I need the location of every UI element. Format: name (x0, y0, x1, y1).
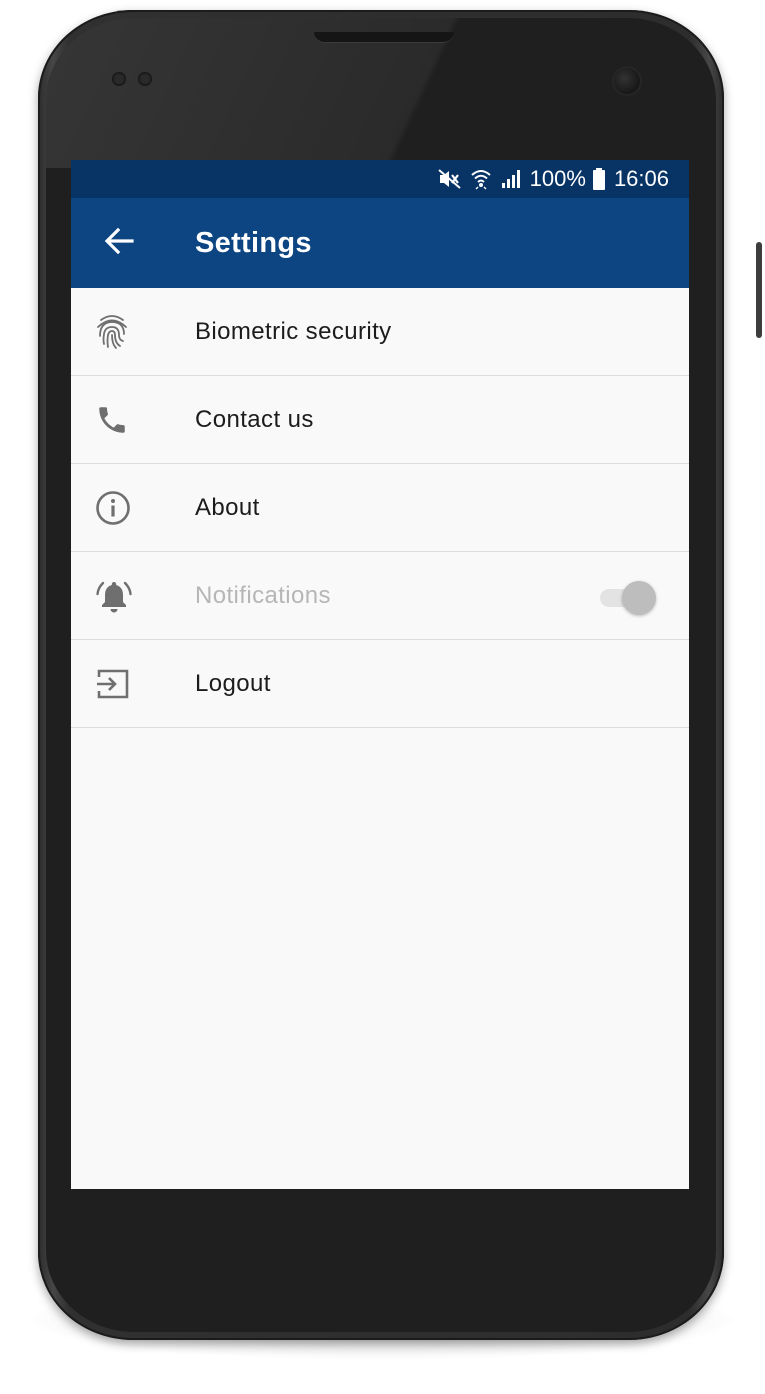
arrow-back-icon (104, 227, 134, 259)
settings-item-about[interactable]: About (71, 464, 689, 552)
phone-screen: 100% 16:06 Settings Biometric security C… (71, 160, 689, 1189)
logout-icon (71, 667, 195, 701)
settings-item-label: About (195, 493, 260, 521)
front-camera (614, 68, 640, 94)
settings-item-label: Biometric security (195, 317, 392, 345)
settings-item-biometric-security[interactable]: Biometric security (71, 288, 689, 376)
app-bar: Settings (71, 198, 689, 288)
back-button[interactable] (71, 198, 195, 288)
light-sensor (138, 72, 152, 86)
settings-item-logout[interactable]: Logout (71, 640, 689, 728)
phone-icon (71, 403, 195, 437)
settings-item-label: Logout (195, 669, 271, 697)
settings-item-contact-us[interactable]: Contact us (71, 376, 689, 464)
notifications-toggle[interactable] (600, 581, 656, 615)
settings-item-notifications[interactable]: Notifications (71, 552, 689, 640)
fingerprint-icon (71, 314, 195, 350)
settings-list: Biometric security Contact us About Noti… (71, 288, 689, 728)
earpiece-speaker (314, 32, 454, 43)
power-button (756, 242, 762, 338)
proximity-sensor (112, 72, 126, 86)
page: 100% 16:06 Settings Biometric security C… (0, 0, 765, 1394)
settings-item-label: Contact us (195, 405, 314, 433)
bell-icon (71, 578, 195, 614)
toggle-thumb (622, 581, 656, 615)
wifi-icon (470, 168, 492, 190)
status-bar: 100% 16:06 (71, 160, 689, 198)
battery-percent: 100% (529, 166, 586, 191)
mute-icon (438, 168, 462, 190)
signal-icon (500, 169, 522, 189)
page-title: Settings (195, 226, 312, 259)
clock: 16:06 (613, 166, 669, 191)
settings-item-label: Notifications (195, 581, 331, 609)
battery-icon (592, 168, 606, 190)
info-icon (71, 490, 195, 526)
